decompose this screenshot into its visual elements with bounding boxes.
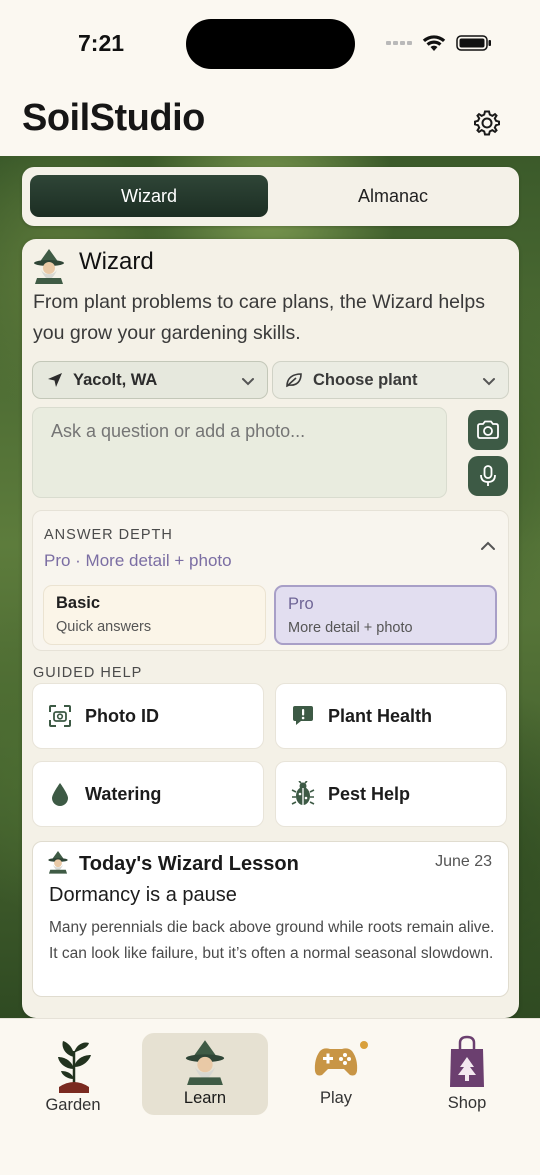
app-logo: SoilStudio [22, 97, 205, 139]
wizard-icon [185, 1040, 225, 1085]
option-name: Basic [56, 594, 101, 612]
gear-icon [474, 110, 500, 136]
status-time: 7:21 [78, 30, 125, 56]
photo-id-label: Photo ID [85, 705, 159, 726]
wizard-card: Wizard From plant problems to care plans… [22, 239, 519, 1018]
pest-help-button[interactable]: Pest Help [275, 761, 507, 827]
wifi-icon [422, 35, 446, 51]
ask-question-input[interactable] [32, 407, 447, 498]
plant-health-button[interactable]: Plant Health [275, 683, 507, 749]
camera-icon [477, 420, 499, 439]
leaf-icon [286, 373, 302, 388]
watering-button[interactable]: Watering [32, 761, 264, 827]
app-header: SoilStudio [0, 90, 540, 156]
chevron-up-icon[interactable] [480, 539, 496, 553]
option-description: Quick answers [56, 619, 152, 635]
water-drop-icon [52, 783, 68, 806]
plant-health-label: Plant Health [328, 705, 433, 726]
shopping-bag-icon [450, 1035, 484, 1087]
alert-bubble-icon [293, 706, 313, 725]
answer-depth-current: Pro · More detail + photo [44, 551, 232, 570]
wizard-lesson-card[interactable]: Today's Wizard Lesson June 23 Dormancy i… [32, 841, 509, 997]
status-bar: 7:21 [0, 0, 540, 90]
battery-icon [456, 35, 491, 51]
location-select[interactable]: Yacolt, WA [32, 361, 268, 399]
bottom-tab-bar: Garden Learn Play Shop [0, 1018, 540, 1175]
wizard-icon [48, 851, 68, 874]
bug-icon [291, 781, 315, 805]
tab-label: Shop [447, 1094, 487, 1112]
tab-learn[interactable]: Learn [142, 1033, 268, 1115]
camera-button[interactable] [468, 410, 508, 450]
wizard-icon [34, 249, 64, 284]
tab-wizard[interactable]: Wizard [30, 175, 268, 217]
tab-label: Learn [183, 1089, 227, 1107]
wizard-title: Wizard [79, 248, 154, 275]
depth-option-basic[interactable]: Basic Quick answers [43, 585, 266, 645]
guided-help-label: GUIDED HELP [33, 665, 143, 681]
tab-play[interactable]: Play [273, 1033, 399, 1115]
option-name: Pro [288, 595, 314, 613]
lesson-body: Many perennials die back above ground wh… [49, 919, 495, 962]
wizard-description: From plant problems to care plans, the W… [33, 291, 485, 344]
plant-select[interactable]: Choose plant [272, 361, 509, 399]
settings-button[interactable] [470, 106, 504, 140]
notification-dot [360, 1041, 368, 1049]
chevron-down-icon [483, 378, 495, 386]
dynamic-island [186, 19, 355, 69]
lesson-date: June 23 [435, 853, 492, 870]
tab-almanac[interactable]: Almanac [274, 175, 512, 217]
cellular-signal-icon [386, 41, 412, 45]
location-arrow-icon [48, 373, 62, 387]
depth-option-pro[interactable]: Pro More detail + photo [274, 585, 497, 645]
pest-help-label: Pest Help [328, 783, 411, 804]
tab-label: Garden [45, 1096, 101, 1114]
gamepad-icon [314, 1048, 358, 1076]
answer-depth-label: ANSWER DEPTH [44, 527, 173, 543]
tab-garden[interactable]: Garden [10, 1033, 136, 1115]
sprout-icon [58, 1041, 91, 1093]
option-description: More detail + photo [288, 620, 413, 636]
microphone-icon [480, 465, 496, 486]
tab-shop[interactable]: Shop [404, 1033, 530, 1115]
watering-label: Watering [85, 783, 162, 804]
mode-segmented-control: Wizard Almanac [22, 167, 519, 226]
status-icons [386, 34, 492, 52]
microphone-button[interactable] [468, 456, 508, 496]
location-value: Yacolt, WA [73, 370, 158, 389]
photo-id-button[interactable]: Photo ID [32, 683, 264, 749]
lesson-title: Today's Wizard Lesson [79, 853, 299, 875]
lesson-headline: Dormancy is a pause [49, 884, 237, 906]
plant-select-label: Choose plant [313, 370, 418, 389]
chevron-down-icon [242, 378, 254, 386]
answer-depth-panel: ANSWER DEPTH Pro · More detail + photo B… [32, 510, 509, 651]
photo-id-icon [49, 705, 71, 727]
tab-label: Play [319, 1089, 353, 1107]
